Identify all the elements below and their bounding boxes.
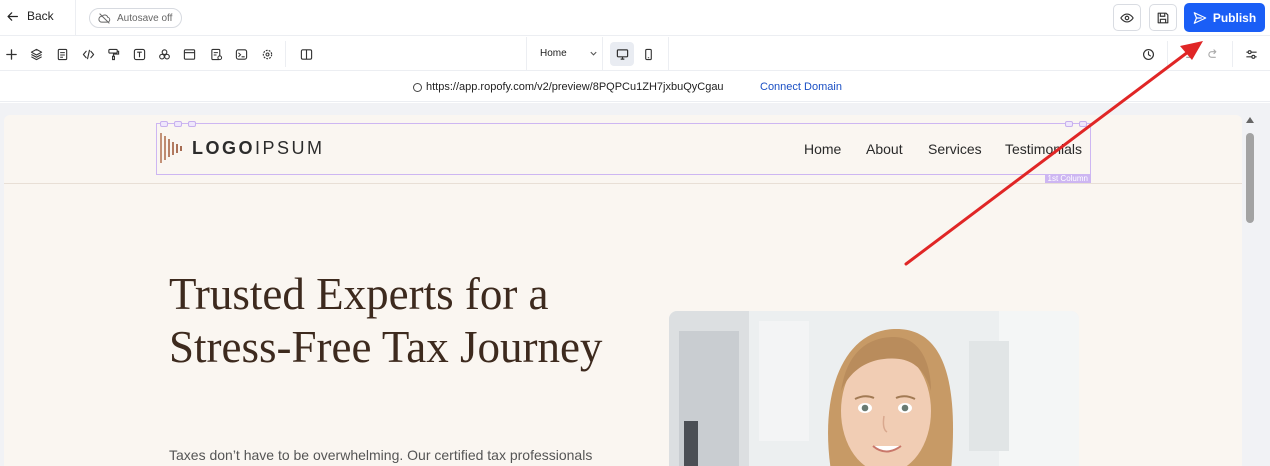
send-icon (1193, 11, 1207, 24)
section-icon (183, 48, 195, 60)
form-icon (210, 48, 222, 60)
eye-icon (1120, 12, 1134, 23)
hero-title[interactable]: Trusted Experts for a Stress-Free Tax Jo… (169, 268, 639, 374)
history-button[interactable] (1141, 47, 1155, 61)
site-settings-button[interactable] (1244, 47, 1258, 61)
publish-button[interactable]: Publish (1184, 3, 1265, 32)
chevron-down-icon (590, 51, 597, 56)
connect-domain-link[interactable]: Connect Domain (760, 81, 842, 93)
site-header[interactable]: 1st Column LOGOIPSUM Home About Services… (4, 115, 1242, 184)
undo-button[interactable] (1181, 47, 1195, 61)
redo-button[interactable] (1206, 47, 1220, 61)
desktop-icon (616, 48, 628, 60)
redo-icon (1207, 48, 1216, 58)
undo-icon (1185, 48, 1194, 58)
preview-url-bar: https://app.ropofy.com/v2/preview/8PQPCu… (0, 72, 1270, 102)
layers-icon (30, 48, 42, 60)
hero-text[interactable]: Taxes don’t have to be overwhelming. Our… (169, 447, 592, 463)
back-button[interactable]: Back (6, 9, 54, 23)
logo-text-bold: LOGO (192, 137, 255, 158)
save-button[interactable] (1149, 4, 1177, 31)
sliders-icon (1245, 49, 1257, 59)
code-button[interactable] (81, 47, 95, 61)
selection-handles[interactable] (160, 121, 196, 127)
terminal-icon (235, 48, 247, 60)
plus-icon (5, 48, 17, 60)
divider (1232, 41, 1233, 67)
publish-label: Publish (1212, 10, 1257, 25)
styles-button[interactable] (106, 47, 120, 61)
editor-canvas: 1st Column LOGOIPSUM Home About Services… (0, 103, 1270, 466)
mobile-view-button[interactable] (636, 42, 660, 66)
selection-handles[interactable] (1065, 121, 1087, 127)
editor-toolbar: Home (0, 37, 1270, 71)
divider (285, 41, 286, 67)
site-logo[interactable]: LOGOIPSUM (160, 131, 325, 165)
woman-portrait-image (669, 311, 1079, 466)
logo-mark-icon (160, 133, 182, 163)
floppy-disk-icon (1157, 12, 1169, 23)
pages-button[interactable] (55, 47, 69, 61)
divider (1167, 41, 1168, 67)
mobile-icon (644, 48, 652, 60)
column-tag: 1st Column (1044, 174, 1091, 183)
hero-image[interactable] (669, 311, 1079, 466)
forms-button[interactable] (209, 47, 223, 61)
page-icon (57, 48, 67, 60)
text-icon (133, 48, 145, 60)
logo-text-light: IPSUM (255, 137, 325, 158)
site-preview[interactable]: 1st Column LOGOIPSUM Home About Services… (4, 115, 1242, 466)
history-icon (1142, 48, 1154, 60)
top-bar: Back Autosave off Publish (0, 0, 1270, 36)
nav-about[interactable]: About (866, 141, 903, 157)
nav-services[interactable]: Services (928, 141, 982, 157)
nav-home[interactable]: Home (804, 141, 841, 157)
logo-text: LOGOIPSUM (192, 138, 325, 159)
back-label: Back (27, 9, 54, 23)
nav-testimonials[interactable]: Testimonials (1005, 141, 1082, 157)
add-element-button[interactable] (4, 47, 18, 61)
settings-gear-icon (262, 49, 272, 59)
preview-button[interactable] (1113, 4, 1141, 31)
section-button[interactable] (182, 47, 196, 61)
columns-icon (300, 48, 312, 60)
autosave-label: Autosave off (117, 12, 173, 24)
layers-button[interactable] (29, 47, 43, 61)
divider (668, 37, 669, 71)
cloud-off-icon (98, 12, 111, 24)
paint-roller-icon (107, 48, 119, 60)
divider (75, 0, 76, 36)
apps-button[interactable] (157, 47, 171, 61)
page-select-value: Home (540, 48, 567, 59)
autosave-toggle[interactable]: Autosave off (89, 8, 183, 28)
desktop-view-button[interactable] (610, 42, 634, 66)
code-icon (82, 49, 94, 59)
preview-url-text: https://app.ropofy.com/v2/preview/8PQPCu… (426, 81, 724, 93)
preview-url[interactable]: https://app.ropofy.com/v2/preview/8PQPCu… (413, 81, 724, 93)
settings-button[interactable] (260, 47, 274, 61)
page-select[interactable]: Home (540, 48, 598, 59)
scroll-up-arrow-icon[interactable] (1246, 117, 1254, 123)
apps-icon (158, 48, 170, 60)
terminal-button[interactable] (234, 47, 248, 61)
scrollbar-thumb[interactable] (1246, 133, 1254, 223)
divider (602, 37, 603, 71)
text-button[interactable] (132, 47, 146, 61)
arrow-left-icon (7, 11, 18, 21)
status-circle-icon (413, 82, 422, 92)
divider (526, 37, 527, 71)
columns-button[interactable] (299, 47, 313, 61)
